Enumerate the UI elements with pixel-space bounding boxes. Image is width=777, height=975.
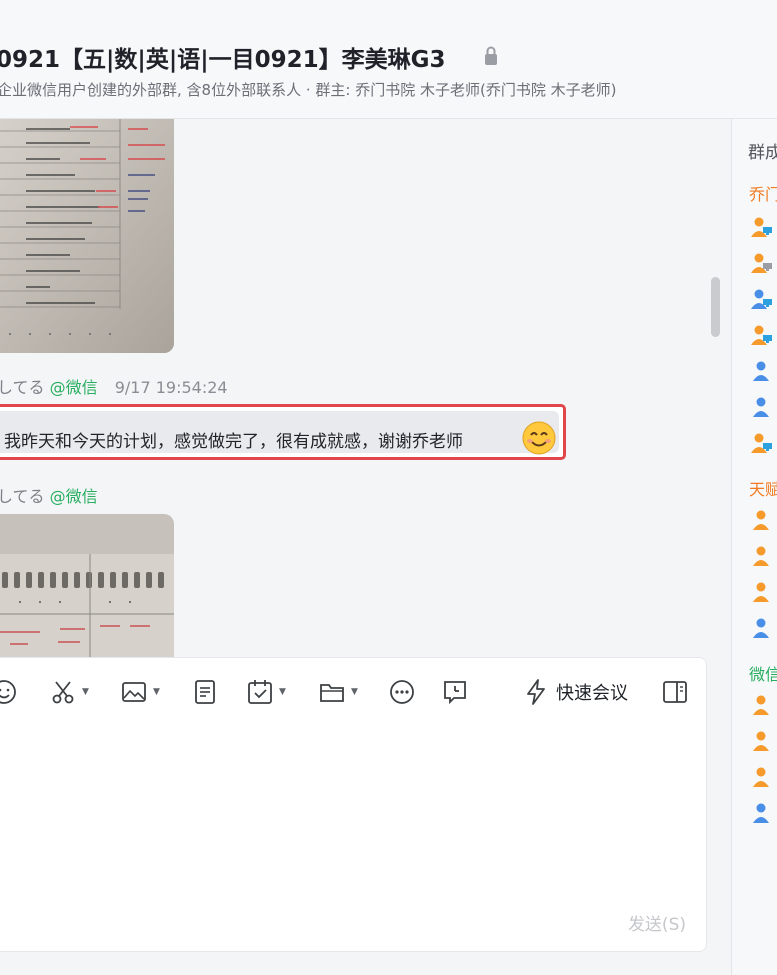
message-composer[interactable]: ▼ ▼ ▼ ▼ 快速会议 发送(S): [0, 657, 707, 952]
chevron-down-icon[interactable]: ▼: [82, 687, 89, 697]
sender-source: @微信: [49, 487, 98, 506]
member-avatar-icon[interactable]: [751, 288, 773, 310]
member-group-label[interactable]: 微信: [749, 661, 777, 685]
scissors-icon: [52, 681, 74, 704]
message-time: 9/17 19:54:24: [114, 378, 228, 397]
document-icon: [195, 680, 215, 704]
more-icon: [390, 680, 414, 704]
member-avatar-icon[interactable]: [751, 617, 773, 639]
member-avatar-icon[interactable]: [751, 396, 773, 418]
chat-scrollbar[interactable]: [711, 277, 720, 337]
member-avatar-icon[interactable]: [751, 432, 773, 454]
member-sidebar: 群成 乔门 天赋 微信: [731, 119, 777, 975]
message-clock-icon: [444, 681, 466, 705]
emoji-button[interactable]: [0, 678, 17, 706]
member-avatar-icon[interactable]: [751, 252, 773, 274]
smile-emoji-icon: [522, 421, 556, 455]
schedule-button[interactable]: ▼: [247, 678, 286, 706]
group-subtitle: 企业微信用户创建的外部群, 含8位外部联系人 · 群主: 乔门书院 木子老师(乔…: [0, 81, 617, 99]
sender-source: @微信: [49, 378, 98, 397]
member-avatar-icon[interactable]: [751, 360, 773, 382]
screenshot-button[interactable]: ▼: [50, 678, 89, 706]
chevron-down-icon[interactable]: ▼: [153, 687, 160, 697]
member-group-label[interactable]: 乔门: [749, 181, 777, 205]
send-image-button[interactable]: ▼: [121, 678, 160, 706]
chevron-down-icon[interactable]: ▼: [351, 687, 358, 697]
member-avatar-icon[interactable]: [751, 694, 773, 716]
sidebar-toggle-icon: [663, 681, 687, 703]
member-avatar-icon[interactable]: [751, 802, 773, 824]
message-list[interactable]: してる @微信 9/17 19:54:24 我昨天和今天的计划，感觉做完了，很有…: [0, 119, 730, 657]
quick-meeting-button[interactable]: 快速会议: [524, 678, 628, 706]
message-sender-line: してる @微信: [0, 483, 98, 507]
more-button[interactable]: [389, 678, 415, 706]
sender-name[interactable]: してる: [0, 487, 45, 506]
history-button[interactable]: [442, 678, 468, 706]
member-avatar-icon[interactable]: [751, 730, 773, 752]
message-image-notebook[interactable]: [0, 119, 174, 353]
member-avatar-icon[interactable]: [751, 324, 773, 346]
message-bubble-highlighted[interactable]: 我昨天和今天的计划，感觉做完了，很有成就感，谢谢乔老师: [0, 404, 566, 460]
member-avatar-icon[interactable]: [751, 581, 773, 603]
document-button[interactable]: [192, 678, 218, 706]
chat-header: 0921【五|数|英|语|一目0921】李美琳G3 企业微信用户创建的外部群, …: [0, 0, 777, 119]
emoji-icon: [0, 680, 16, 704]
sender-name[interactable]: してる: [0, 378, 45, 397]
message-sender-line: してる @微信 9/17 19:54:24: [0, 374, 228, 398]
members-heading: 群成: [748, 143, 777, 163]
lock-icon: [485, 46, 497, 65]
send-button[interactable]: 发送(S): [628, 910, 686, 935]
message-image-planner[interactable]: [0, 514, 174, 657]
file-button[interactable]: ▼: [319, 678, 358, 706]
calendar-check-icon: [248, 680, 272, 704]
chevron-down-icon[interactable]: ▼: [279, 687, 286, 697]
group-title[interactable]: 0921【五|数|英|语|一目0921】李美琳G3: [0, 40, 446, 74]
toggle-panel-button[interactable]: [662, 678, 688, 706]
image-icon: [122, 682, 146, 702]
folder-icon: [320, 684, 344, 702]
member-avatar-icon[interactable]: [751, 509, 773, 531]
member-group-label[interactable]: 天赋: [749, 476, 777, 500]
member-avatar-icon[interactable]: [751, 766, 773, 788]
lightning-icon: [527, 679, 545, 705]
quick-meeting-label: 快速会议: [556, 683, 628, 704]
member-avatar-icon[interactable]: [751, 545, 773, 567]
message-text: 我昨天和今天的计划，感觉做完了，很有成就感，谢谢乔老师: [4, 432, 463, 452]
member-avatar-icon[interactable]: [751, 216, 773, 238]
